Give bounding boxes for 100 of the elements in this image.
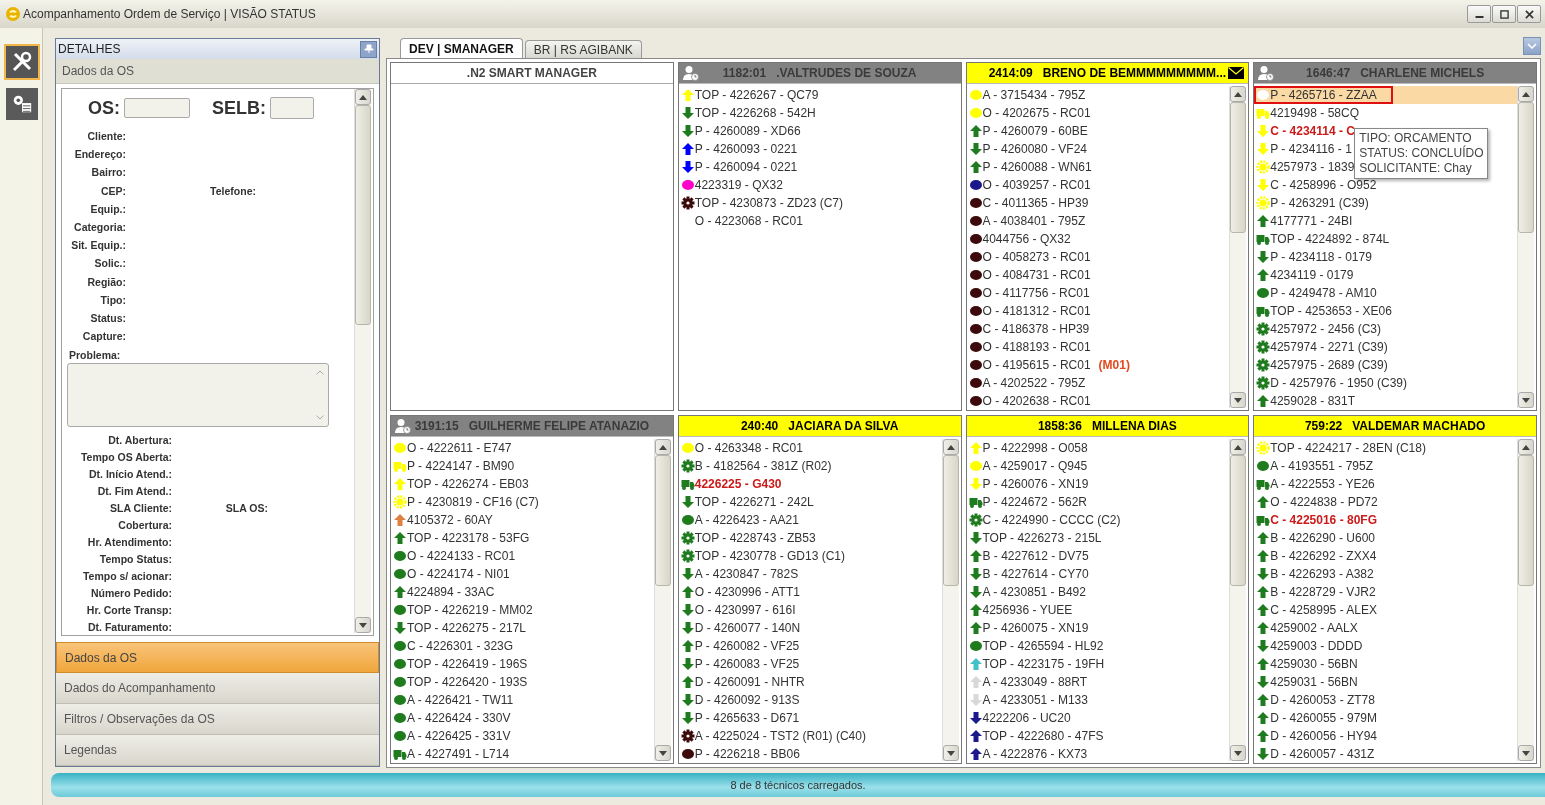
field-label: Cliente:: [86, 130, 126, 143]
order-label: 4224894 - 33AC: [407, 585, 495, 599]
order-label: D - 4260057 - 431Z: [1270, 747, 1375, 761]
order-label: D - 4257976 - 1950 (C39): [1270, 376, 1407, 390]
order-label: TOP - 4230873 - ZD23 (C7): [694, 196, 844, 210]
field-label: Tempo OS Aberta:: [80, 450, 172, 463]
order-label: P - 4260088 - WN61: [982, 160, 1092, 174]
order-label: O - 4039257 - RC01: [982, 178, 1091, 192]
order-label: P - 4226218 - BB06: [694, 747, 800, 761]
order-label: TOP - 4226271 - 242L: [694, 495, 814, 509]
order-label: P - 4260075 - XN19: [982, 621, 1089, 635]
order-label: TOP - 4226420 - 193S: [407, 675, 528, 689]
order-label: A - 4226421 - TW11: [407, 693, 514, 707]
order-label: C - 4224990 - CCCC (C2): [982, 513, 1121, 527]
order-label: B - 4226292 - ZXX4: [1270, 549, 1377, 563]
order-label: A - 4222553 - YE26: [1270, 477, 1375, 491]
order-label: 4105372 - 60AY: [407, 513, 493, 527]
field-label: Tempo Status:: [98, 552, 172, 565]
order-label: P - 4260083 - VF25: [694, 657, 800, 671]
field-label: Bairro:: [90, 166, 126, 179]
order-label: D - 4260056 - HY94: [1270, 729, 1377, 743]
order-label: TOP - 4265594 - HL92: [982, 639, 1104, 653]
technician-name: .VALTRUDES DE SOUZA: [776, 66, 917, 80]
field-label: Região:: [86, 275, 126, 288]
status-text: 8 de 8 técnicos carregados.: [730, 779, 866, 791]
order-label: 4222206 - UC20: [982, 711, 1071, 725]
order-label: A - 4225024 - TST2 (R01) (C40): [694, 729, 866, 743]
order-label: B - 4226290 - U600: [1270, 531, 1375, 545]
order-label: O - 4230996 - ATT1: [694, 585, 800, 599]
order-label: 4177771 - 24BI: [1270, 214, 1353, 228]
field-label: Hr. Corte Transp:: [85, 603, 172, 616]
order-label: 4259002 - AALX: [1270, 621, 1358, 635]
order-label: TOP - 4226274 - EB03: [407, 477, 529, 491]
order-label: TOP - 4224217 - 28EN (C18): [1270, 441, 1426, 455]
order-label: TOP - 4226267 - QC79: [694, 88, 819, 102]
order-label: A - 4202522 - 795Z: [982, 376, 1086, 390]
order-label: TOP - 4226219 - MM02: [407, 603, 533, 617]
order-label: O - 4224133 - RC01: [407, 549, 516, 563]
timer-label: 1858:36: [1037, 419, 1082, 433]
field-label: Cobertura:: [117, 518, 172, 531]
order-label: P - 4260093 - 0221: [694, 142, 798, 156]
order-label: P - 4265633 - D671: [694, 711, 800, 725]
os-label: OS:: [87, 97, 120, 119]
field-label: Capture:: [81, 330, 126, 343]
field-label: Dt. Fim Atend.:: [96, 484, 172, 497]
order-label: 4256936 - YUEE: [982, 603, 1073, 617]
timer-label: 759:22: [1304, 419, 1343, 433]
field-label: CEP:: [99, 184, 126, 197]
order-label: O - 4058273 - RC01: [982, 250, 1091, 264]
order-label: O - 4202675 - RC01: [982, 106, 1091, 120]
order-label: D - 4260077 - 140N: [694, 621, 801, 635]
order-label: 4257973 - 1839: [1270, 160, 1355, 174]
technician-name: JACIARA DA SILVA: [788, 419, 899, 433]
field-label: Equip.:: [89, 202, 126, 215]
order-label: P - 4260079 - 60BE: [982, 124, 1088, 138]
order-label: A - 4193551 - 795Z: [1270, 459, 1373, 473]
selb-label: SELB:: [211, 97, 266, 119]
order-label: P - 4230819 - CF16 (C7): [407, 495, 539, 509]
order-label: B - 4227612 - DV75: [982, 549, 1089, 563]
order-label: TOP - 4253653 - XE06: [1270, 304, 1392, 318]
order-label: O - 4223068 - RC01: [694, 214, 803, 228]
order-label: P - 4260080 - VF24: [982, 142, 1087, 156]
order-label: C - 4186378 - HP39: [982, 322, 1090, 336]
tag-label: (M01): [1098, 358, 1130, 372]
section-title: Dados da OS: [56, 59, 379, 84]
order-label: D - 4260092 - 913S: [694, 693, 800, 707]
order-label: 4259031 - 56BN: [1270, 675, 1358, 689]
technician-name: VALDEMAR MACHADO: [1352, 419, 1486, 433]
order-label: A - 4226425 - 331V: [407, 729, 511, 743]
order-label: 4257975 - 2689 (C39): [1270, 358, 1388, 372]
order-label: D - 4260055 - 979M: [1270, 711, 1377, 725]
order-label: P - 4260089 - XD66: [694, 124, 801, 138]
field-label: Telefone:: [209, 184, 256, 197]
order-label: B - 4226293 - A382: [1270, 567, 1374, 581]
field-label: SLA Cliente:: [108, 501, 172, 514]
order-label: TOP - 4230778 - GD13 (C1): [694, 549, 846, 563]
order-label: O - 4188193 - RC01: [982, 340, 1091, 354]
field-label: Status:: [89, 311, 126, 324]
order-label: 4259028 - 831T: [1270, 394, 1355, 408]
order-label: C - 4226301 - 323G: [407, 639, 514, 653]
order-label: A - 4230851 - B492: [982, 585, 1086, 599]
field-label: Sit. Equip.:: [70, 239, 126, 252]
order-label: TOP - 4223178 - 53FG: [407, 531, 530, 545]
order-label: C - 4225016 - 80FG: [1270, 513, 1377, 527]
order-label: D - 4260091 - NHTR: [694, 675, 805, 689]
order-label: O - 4224174 - NI01: [407, 567, 510, 581]
order-label: A - 4233051 - M133: [982, 693, 1088, 707]
order-label: TOP - 4228743 - ZB53: [694, 531, 816, 545]
field-label: Endereço:: [73, 148, 126, 161]
order-label: P - 4234118 - 0179: [1270, 250, 1372, 264]
order-label: A - 4227491 - L714: [407, 747, 510, 761]
order-label: C - 4234114 - C: [1270, 124, 1355, 138]
timer-label: 1182:01: [722, 66, 767, 80]
tooltip: TIPO: ORCAMENTO STATUS: CONCLUÍDO SOLICITANTE: Chay: [1354, 128, 1489, 179]
field-label: Número Pedido:: [89, 586, 172, 599]
order-label: 4223319 - QX32: [694, 178, 783, 192]
order-label: O - 4195615 - RC01: [982, 358, 1091, 372]
order-label: O - 4230997 - 616I: [694, 603, 796, 617]
order-label: O - 4263348 - RC01: [694, 441, 803, 455]
technician-name: CHARLENE MICHELS: [1360, 66, 1485, 80]
